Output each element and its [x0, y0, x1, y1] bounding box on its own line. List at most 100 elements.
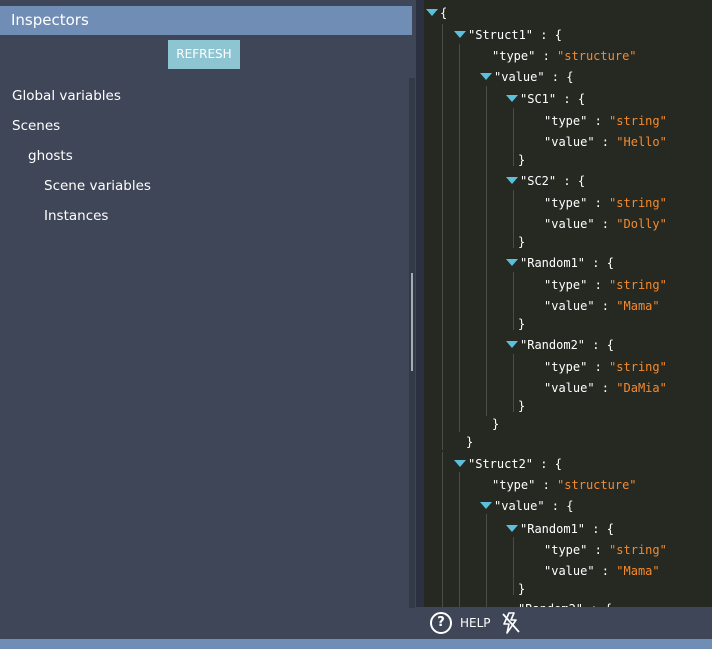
json-brace: } [518, 317, 526, 331]
json-node-row[interactable]: "Struct1" : { [454, 26, 562, 44]
json-separator: : [556, 174, 578, 188]
json-brace: { [606, 338, 614, 352]
json-row: "type" : "structure" [492, 47, 637, 65]
json-node-row[interactable]: "Random1" : { [506, 520, 614, 538]
json-row: "value" : "Dolly" [544, 215, 667, 233]
collapse-arrow-icon[interactable] [506, 525, 518, 532]
collapse-arrow-icon[interactable] [454, 31, 466, 38]
json-node-row[interactable]: "value" : { [480, 497, 574, 515]
flash-off-button[interactable] [500, 611, 522, 635]
json-string-value: "DaMia" [616, 381, 667, 395]
tree-item-global-variables[interactable]: Global variables [12, 86, 121, 106]
json-key: "Random1" [520, 256, 586, 270]
json-viewer-gutter [416, 0, 424, 607]
json-key: "value" [544, 381, 595, 395]
json-separator: : [587, 114, 610, 128]
json-key: "value" [494, 499, 545, 513]
collapse-arrow-icon[interactable] [480, 73, 492, 80]
json-brace: { [554, 28, 562, 42]
tree-item-scene-variables[interactable]: Scene variables [44, 176, 151, 196]
json-row: "value" : "DaMia" [544, 379, 667, 397]
json-string-value: "string" [609, 360, 667, 374]
json-separator: : [594, 135, 617, 149]
json-key: "type" [544, 543, 588, 557]
json-row: "type" : "string" [544, 276, 667, 294]
collapse-arrow-icon[interactable] [426, 9, 438, 16]
json-separator: : [594, 564, 617, 578]
json-row: "Random2" : { [518, 600, 612, 607]
tree-item-scenes[interactable]: Scenes [12, 116, 60, 136]
json-string-value: "Dolly" [616, 217, 667, 231]
json-node-row[interactable]: "Random1" : { [506, 254, 614, 272]
json-separator: : [533, 28, 555, 42]
json-separator: : [585, 522, 607, 536]
panel-title: Inspectors [0, 6, 412, 35]
json-node-row[interactable]: "Random2" : { [506, 336, 614, 354]
json-string-value: "string" [609, 278, 667, 292]
json-key: "type" [544, 278, 588, 292]
json-node-row[interactable]: "value" : { [480, 68, 574, 86]
json-brace: { [440, 6, 448, 20]
json-brace: { [566, 70, 574, 84]
collapse-arrow-icon[interactable] [506, 95, 518, 102]
json-key: "value" [544, 135, 595, 149]
json-key: "SC1" [520, 92, 557, 106]
json-separator: : [535, 478, 558, 492]
help-button[interactable]: ? HELP [430, 612, 491, 634]
json-string-value: "Hello" [616, 135, 667, 149]
collapse-arrow-icon[interactable] [506, 259, 518, 266]
tree-item-instances[interactable]: Instances [44, 206, 108, 226]
json-brace: { [606, 256, 614, 270]
json-row: "value" : "Hello" [544, 133, 667, 151]
json-brace: } [518, 235, 526, 249]
json-row: "type" : "string" [544, 194, 667, 212]
json-string-value: "structure" [557, 49, 637, 63]
json-node-row[interactable]: "SC2" : { [506, 172, 585, 190]
indent-guide [513, 108, 514, 166]
json-node-row[interactable]: "Struct2" : { [454, 455, 562, 473]
collapse-arrow-icon[interactable] [506, 341, 518, 348]
json-viewer[interactable]: {"Struct1" : {"type" : "structure" "value… [416, 0, 712, 607]
question-circle-icon: ? [430, 612, 452, 634]
indent-guide [442, 24, 443, 450]
json-row: "type" : "structure" [492, 476, 637, 494]
json-brace: } [518, 399, 526, 413]
json-node-row[interactable]: { [426, 4, 447, 22]
indent-guide [513, 272, 514, 330]
json-separator: : [556, 92, 578, 106]
json-separator: : [533, 457, 555, 471]
json-separator: : [587, 278, 610, 292]
indent-guide [442, 452, 443, 607]
json-key: "type" [492, 49, 536, 63]
indent-guide [459, 44, 460, 432]
json-brace: } [492, 417, 500, 431]
collapse-arrow-icon[interactable] [454, 460, 466, 467]
json-key: "Random2" [520, 338, 586, 352]
json-key: "value" [544, 217, 595, 231]
json-string-value: "string" [609, 543, 667, 557]
json-row: "type" : "string" [544, 541, 667, 559]
panel-scrollbar[interactable] [409, 78, 415, 608]
json-key: "Struct2" [468, 457, 534, 471]
json-brace: } [518, 582, 526, 596]
json-brace: { [577, 92, 586, 106]
json-separator: : [585, 338, 607, 352]
collapse-arrow-icon[interactable] [480, 502, 492, 509]
json-brace: { [554, 457, 562, 471]
scrollbar-thumb[interactable] [411, 273, 413, 371]
indent-guide [513, 190, 514, 248]
tree-item-ghosts[interactable]: ghosts [28, 146, 73, 166]
json-string-value: "Mama" [616, 299, 660, 313]
json-separator: : [587, 360, 610, 374]
flash-off-icon [502, 612, 520, 634]
json-brace: { [606, 522, 614, 536]
collapse-arrow-icon[interactable] [506, 177, 518, 184]
refresh-button[interactable]: REFRESH [168, 40, 240, 69]
json-key: "value" [544, 299, 595, 313]
json-row: "value" : "Mama" [544, 297, 660, 315]
json-key: "type" [544, 196, 588, 210]
json-row: } [518, 315, 525, 333]
json-node-row[interactable]: "SC1" : { [506, 90, 585, 108]
viewer-toolbar: ? HELP [416, 607, 712, 639]
json-row: "type" : "string" [544, 358, 667, 376]
